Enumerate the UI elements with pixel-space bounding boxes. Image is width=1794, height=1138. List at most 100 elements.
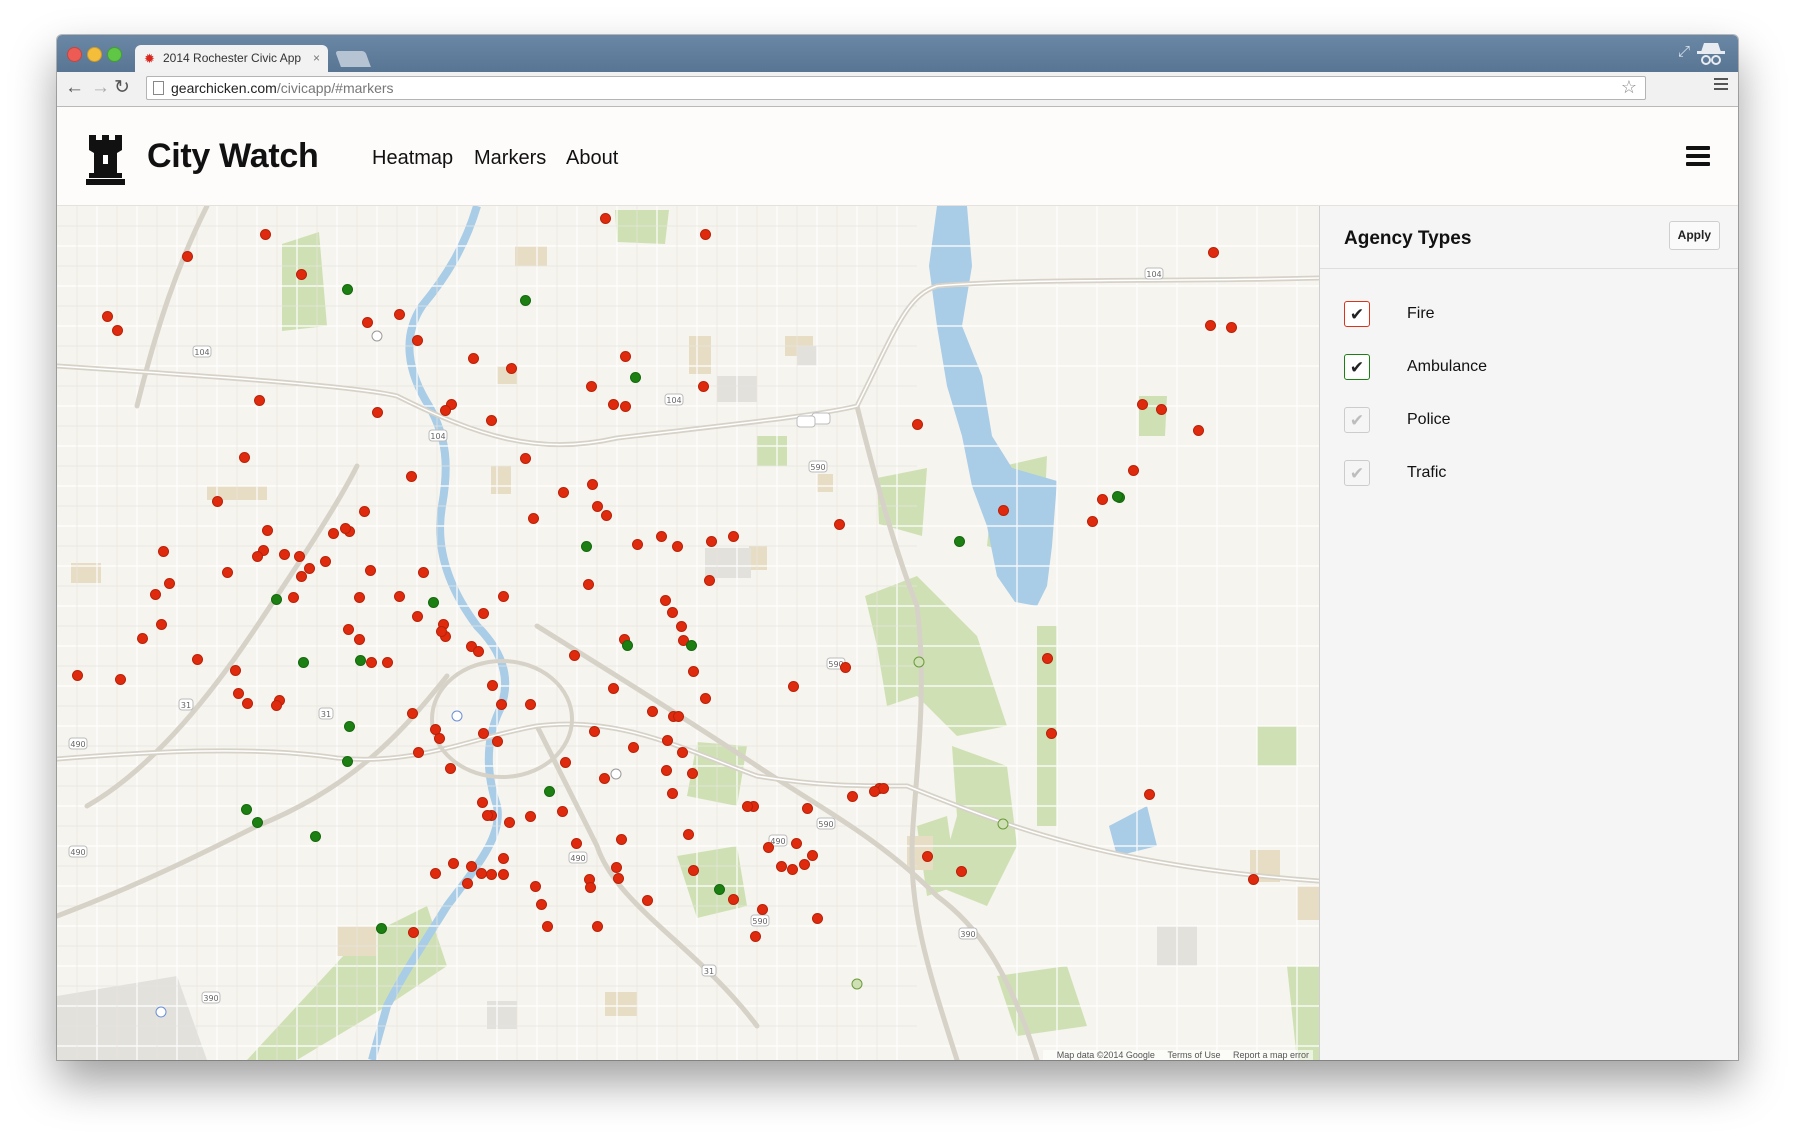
- fire-marker[interactable]: [212, 496, 223, 507]
- fire-marker[interactable]: [677, 747, 688, 758]
- fire-marker[interactable]: [528, 513, 539, 524]
- browser-menu-icon[interactable]: [1714, 78, 1728, 92]
- fire-marker[interactable]: [254, 395, 265, 406]
- ambulance-marker[interactable]: [630, 372, 641, 383]
- fire-marker[interactable]: [704, 575, 715, 586]
- fire-marker[interactable]: [750, 931, 761, 942]
- fire-marker[interactable]: [807, 850, 818, 861]
- fire-marker[interactable]: [102, 311, 113, 322]
- fire-marker[interactable]: [252, 551, 263, 562]
- fire-marker[interactable]: [445, 763, 456, 774]
- fire-marker[interactable]: [340, 523, 351, 534]
- hamburger-menu-icon[interactable]: [1686, 146, 1710, 166]
- fire-marker[interactable]: [466, 861, 477, 872]
- fire-marker[interactable]: [498, 591, 509, 602]
- agency-option-fire[interactable]: ✔ Fire: [1344, 301, 1704, 331]
- fire-marker[interactable]: [700, 229, 711, 240]
- apply-button[interactable]: Apply: [1668, 221, 1720, 250]
- fire-marker[interactable]: [613, 873, 624, 884]
- fire-marker[interactable]: [137, 633, 148, 644]
- fire-marker[interactable]: [239, 452, 250, 463]
- fire-marker[interactable]: [560, 757, 571, 768]
- fire-marker[interactable]: [486, 415, 497, 426]
- fire-marker[interactable]: [776, 861, 787, 872]
- fire-marker[interactable]: [288, 592, 299, 603]
- fire-marker[interactable]: [660, 595, 671, 606]
- fire-marker[interactable]: [998, 505, 1009, 516]
- fire-marker[interactable]: [112, 325, 123, 336]
- report-error-link[interactable]: Report a map error: [1233, 1050, 1309, 1060]
- fire-marker[interactable]: [812, 913, 823, 924]
- ambulance-marker[interactable]: [581, 541, 592, 552]
- police-checkbox[interactable]: ✔: [1344, 407, 1370, 433]
- fire-marker[interactable]: [462, 878, 473, 889]
- fire-marker[interactable]: [569, 650, 580, 661]
- bookmark-star-icon[interactable]: ☆: [1621, 77, 1637, 98]
- fire-marker[interactable]: [1042, 653, 1053, 664]
- fire-marker[interactable]: [683, 829, 694, 840]
- fire-marker[interactable]: [156, 619, 167, 630]
- fire-marker[interactable]: [436, 626, 447, 637]
- fire-marker[interactable]: [440, 405, 451, 416]
- ambulance-marker[interactable]: [271, 594, 282, 605]
- fire-marker[interactable]: [698, 381, 709, 392]
- fire-marker[interactable]: [530, 881, 541, 892]
- fire-marker[interactable]: [382, 657, 393, 668]
- ambulance-marker[interactable]: [376, 923, 387, 934]
- fire-marker[interactable]: [498, 853, 509, 864]
- fire-marker[interactable]: [632, 539, 643, 550]
- ambulance-marker[interactable]: [310, 831, 321, 842]
- fire-marker[interactable]: [728, 894, 739, 905]
- fire-marker[interactable]: [763, 842, 774, 853]
- ambulance-marker[interactable]: [686, 640, 697, 651]
- url-text[interactable]: gearchicken.com/civicapp/#markers: [171, 80, 394, 96]
- fire-marker[interactable]: [328, 528, 339, 539]
- fire-marker[interactable]: [662, 735, 673, 746]
- fire-marker[interactable]: [525, 699, 536, 710]
- fire-marker[interactable]: [1097, 494, 1108, 505]
- fire-marker[interactable]: [486, 869, 497, 880]
- fire-marker[interactable]: [520, 453, 531, 464]
- fire-marker[interactable]: [354, 592, 365, 603]
- fullscreen-icon[interactable]: ⤢: [1678, 43, 1690, 60]
- trafic-checkbox[interactable]: ✔: [1344, 460, 1370, 486]
- fire-marker[interactable]: [394, 309, 405, 320]
- fire-marker[interactable]: [1193, 425, 1204, 436]
- agency-option-ambulance[interactable]: ✔ Ambulance: [1344, 354, 1704, 384]
- ambulance-marker[interactable]: [544, 786, 555, 797]
- fire-marker[interactable]: [608, 683, 619, 694]
- fire-marker[interactable]: [372, 407, 383, 418]
- forward-arrow-icon[interactable]: →: [91, 77, 110, 99]
- fire-marker[interactable]: [233, 688, 244, 699]
- reload-icon[interactable]: ↻: [114, 77, 130, 99]
- fire-marker[interactable]: [478, 728, 489, 739]
- fire-marker[interactable]: [600, 213, 611, 224]
- fire-marker[interactable]: [366, 657, 377, 668]
- fire-marker[interactable]: [150, 589, 161, 600]
- fire-marker[interactable]: [642, 895, 653, 906]
- fire-marker[interactable]: [557, 806, 568, 817]
- fire-marker[interactable]: [182, 251, 193, 262]
- fire-marker[interactable]: [1087, 516, 1098, 527]
- fire-marker[interactable]: [542, 921, 553, 932]
- fire-marker[interactable]: [468, 353, 479, 364]
- ambulance-marker[interactable]: [355, 655, 366, 666]
- ambulance-marker[interactable]: [241, 804, 252, 815]
- ambulance-marker[interactable]: [298, 657, 309, 668]
- fire-marker[interactable]: [504, 817, 515, 828]
- fire-marker[interactable]: [320, 556, 331, 567]
- fire-marker[interactable]: [592, 501, 603, 512]
- ambulance-marker[interactable]: [428, 597, 439, 608]
- fire-marker[interactable]: [498, 869, 509, 880]
- fire-marker[interactable]: [222, 567, 233, 578]
- fire-marker[interactable]: [802, 803, 813, 814]
- ambulance-marker[interactable]: [344, 721, 355, 732]
- fire-marker[interactable]: [628, 742, 639, 753]
- fire-checkbox[interactable]: ✔: [1344, 301, 1370, 327]
- fire-marker[interactable]: [487, 680, 498, 691]
- fire-marker[interactable]: [558, 487, 569, 498]
- fire-marker[interactable]: [406, 471, 417, 482]
- fire-marker[interactable]: [478, 608, 489, 619]
- fire-marker[interactable]: [408, 927, 419, 938]
- fire-marker[interactable]: [192, 654, 203, 665]
